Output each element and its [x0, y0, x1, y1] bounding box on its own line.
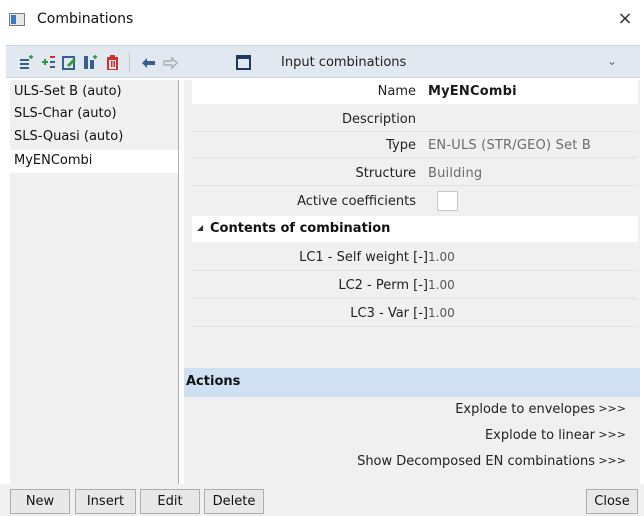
list-item[interactable]: SLS-Char (auto)	[10, 103, 178, 125]
load-case-row: LC1 - Self weight [-] 1.00	[192, 246, 638, 270]
property-label: Description	[341, 112, 416, 127]
insert-combination-icon[interactable]	[41, 55, 56, 70]
property-label: Type	[386, 138, 416, 153]
load-case-label: LC2 - Perm [-]	[338, 278, 428, 293]
list-item-selected[interactable]: MyENCombi	[10, 150, 178, 172]
load-case-coefficient[interactable]: 1.00	[428, 250, 455, 264]
property-description-row: Description	[192, 108, 638, 132]
action-explode-envelopes: Explode to envelopes >>>	[184, 399, 640, 423]
list-item[interactable]: ULS-Set B (auto)	[10, 81, 178, 103]
load-case-coefficient[interactable]: 1.00	[428, 278, 455, 292]
contents-section-header[interactable]: ◢ Contents of combination	[192, 216, 638, 242]
properties-panel: Name MyENCombi Description Type EN-ULS (…	[184, 80, 640, 484]
property-label: Name	[377, 84, 416, 99]
edit-icon[interactable]	[62, 55, 77, 70]
delete-button[interactable]: Delete	[204, 489, 264, 514]
close-button[interactable]: Close	[586, 489, 638, 514]
redo-icon[interactable]	[163, 55, 178, 70]
load-case-coefficient[interactable]: 1.00	[428, 306, 455, 320]
property-label: Structure	[355, 166, 416, 181]
title-bar: Combinations ×	[0, 0, 644, 40]
actions-title: Actions	[186, 374, 241, 389]
action-label: Explode to envelopes	[455, 402, 595, 417]
toolbar-separator	[129, 52, 130, 72]
property-structure-row: Structure Building	[192, 162, 638, 186]
load-case-label: LC3 - Var [-]	[350, 306, 428, 321]
load-case-row: LC2 - Perm [-] 1.00	[192, 274, 638, 298]
action-run-button[interactable]: >>>	[598, 428, 626, 441]
window-title: Combinations	[37, 11, 134, 27]
copy-icon[interactable]	[83, 55, 98, 70]
action-label: Explode to linear	[484, 428, 595, 443]
action-show-decomposed: Show Decomposed EN combinations >>>	[184, 451, 640, 475]
section-title: Contents of combination	[210, 221, 391, 236]
load-case-row: LC3 - Var [-] 1.00	[192, 302, 638, 326]
window-close-button[interactable]: ×	[614, 7, 636, 31]
load-case-label: LC1 - Self weight [-]	[299, 250, 428, 265]
delete-icon[interactable]	[105, 55, 120, 70]
view-selector-dropdown[interactable]: Input combinations ⌄	[270, 48, 632, 76]
new-button[interactable]: New	[10, 489, 70, 514]
type-field[interactable]: EN-ULS (STR/GEO) Set B	[428, 138, 591, 153]
table-icon[interactable]	[236, 55, 251, 70]
collapse-caret-icon[interactable]: ◢	[197, 223, 203, 232]
bottom-button-bar: New Insert Edit Delete Close	[0, 484, 644, 516]
action-label: Show Decomposed EN combinations	[357, 454, 595, 469]
active-coefficients-checkbox[interactable]	[437, 191, 458, 211]
property-label: Active coefficients	[297, 194, 416, 209]
chevron-down-icon: ⌄	[606, 54, 617, 68]
insert-button[interactable]: Insert	[75, 489, 136, 514]
actions-header: Actions	[184, 368, 640, 397]
property-type-row: Type EN-ULS (STR/GEO) Set B	[192, 134, 638, 158]
new-combination-icon[interactable]	[19, 55, 34, 70]
action-explode-linear: Explode to linear >>>	[184, 425, 640, 449]
action-run-button[interactable]: >>>	[598, 402, 626, 415]
structure-field[interactable]: Building	[428, 166, 482, 181]
combinations-list: ULS-Set B (auto) SLS-Char (auto) SLS-Qua…	[10, 80, 179, 484]
toolbar: Input combinations ⌄	[6, 45, 640, 78]
property-active-coefficients-row: Active coefficients	[192, 190, 638, 214]
action-run-button[interactable]: >>>	[598, 454, 626, 467]
edit-button[interactable]: Edit	[140, 489, 200, 514]
property-name-row: Name MyENCombi	[192, 80, 638, 104]
window-icon	[9, 13, 25, 26]
undo-icon[interactable]	[141, 55, 156, 70]
list-item[interactable]: SLS-Quasi (auto)	[10, 126, 178, 148]
name-field[interactable]: MyENCombi	[428, 84, 517, 99]
view-selector-value: Input combinations	[281, 55, 407, 70]
